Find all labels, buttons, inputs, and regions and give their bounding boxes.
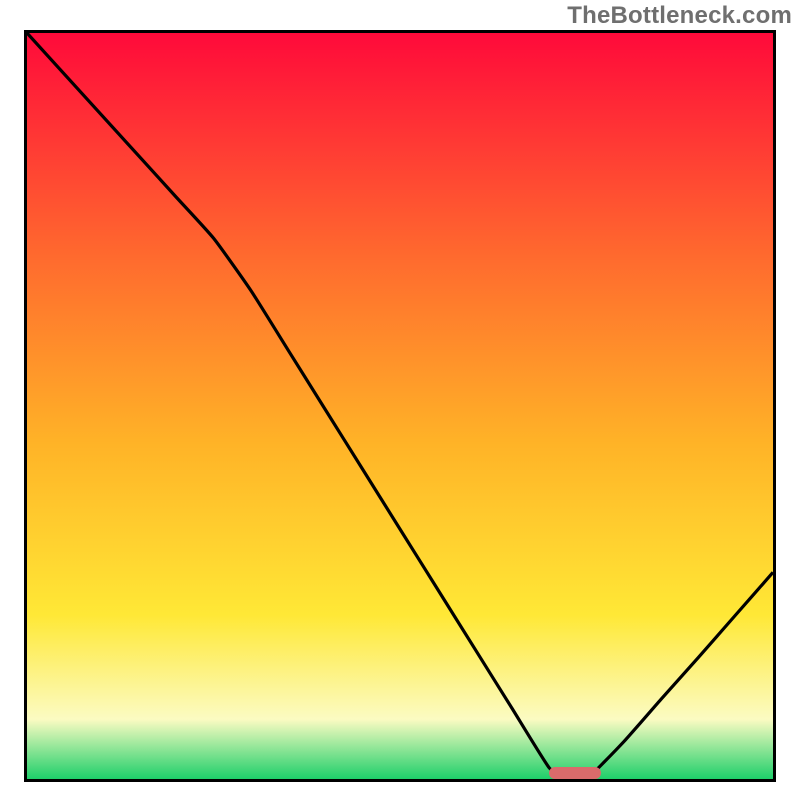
bottleneck-curve-svg [27, 33, 773, 779]
minimum-marker [549, 767, 601, 779]
attribution-label: TheBottleneck.com [567, 2, 792, 30]
chart-frame [24, 30, 776, 782]
plot-area [27, 33, 773, 779]
bottleneck-curve-path [27, 33, 773, 779]
chart-stage: TheBottleneck.com [0, 0, 800, 800]
